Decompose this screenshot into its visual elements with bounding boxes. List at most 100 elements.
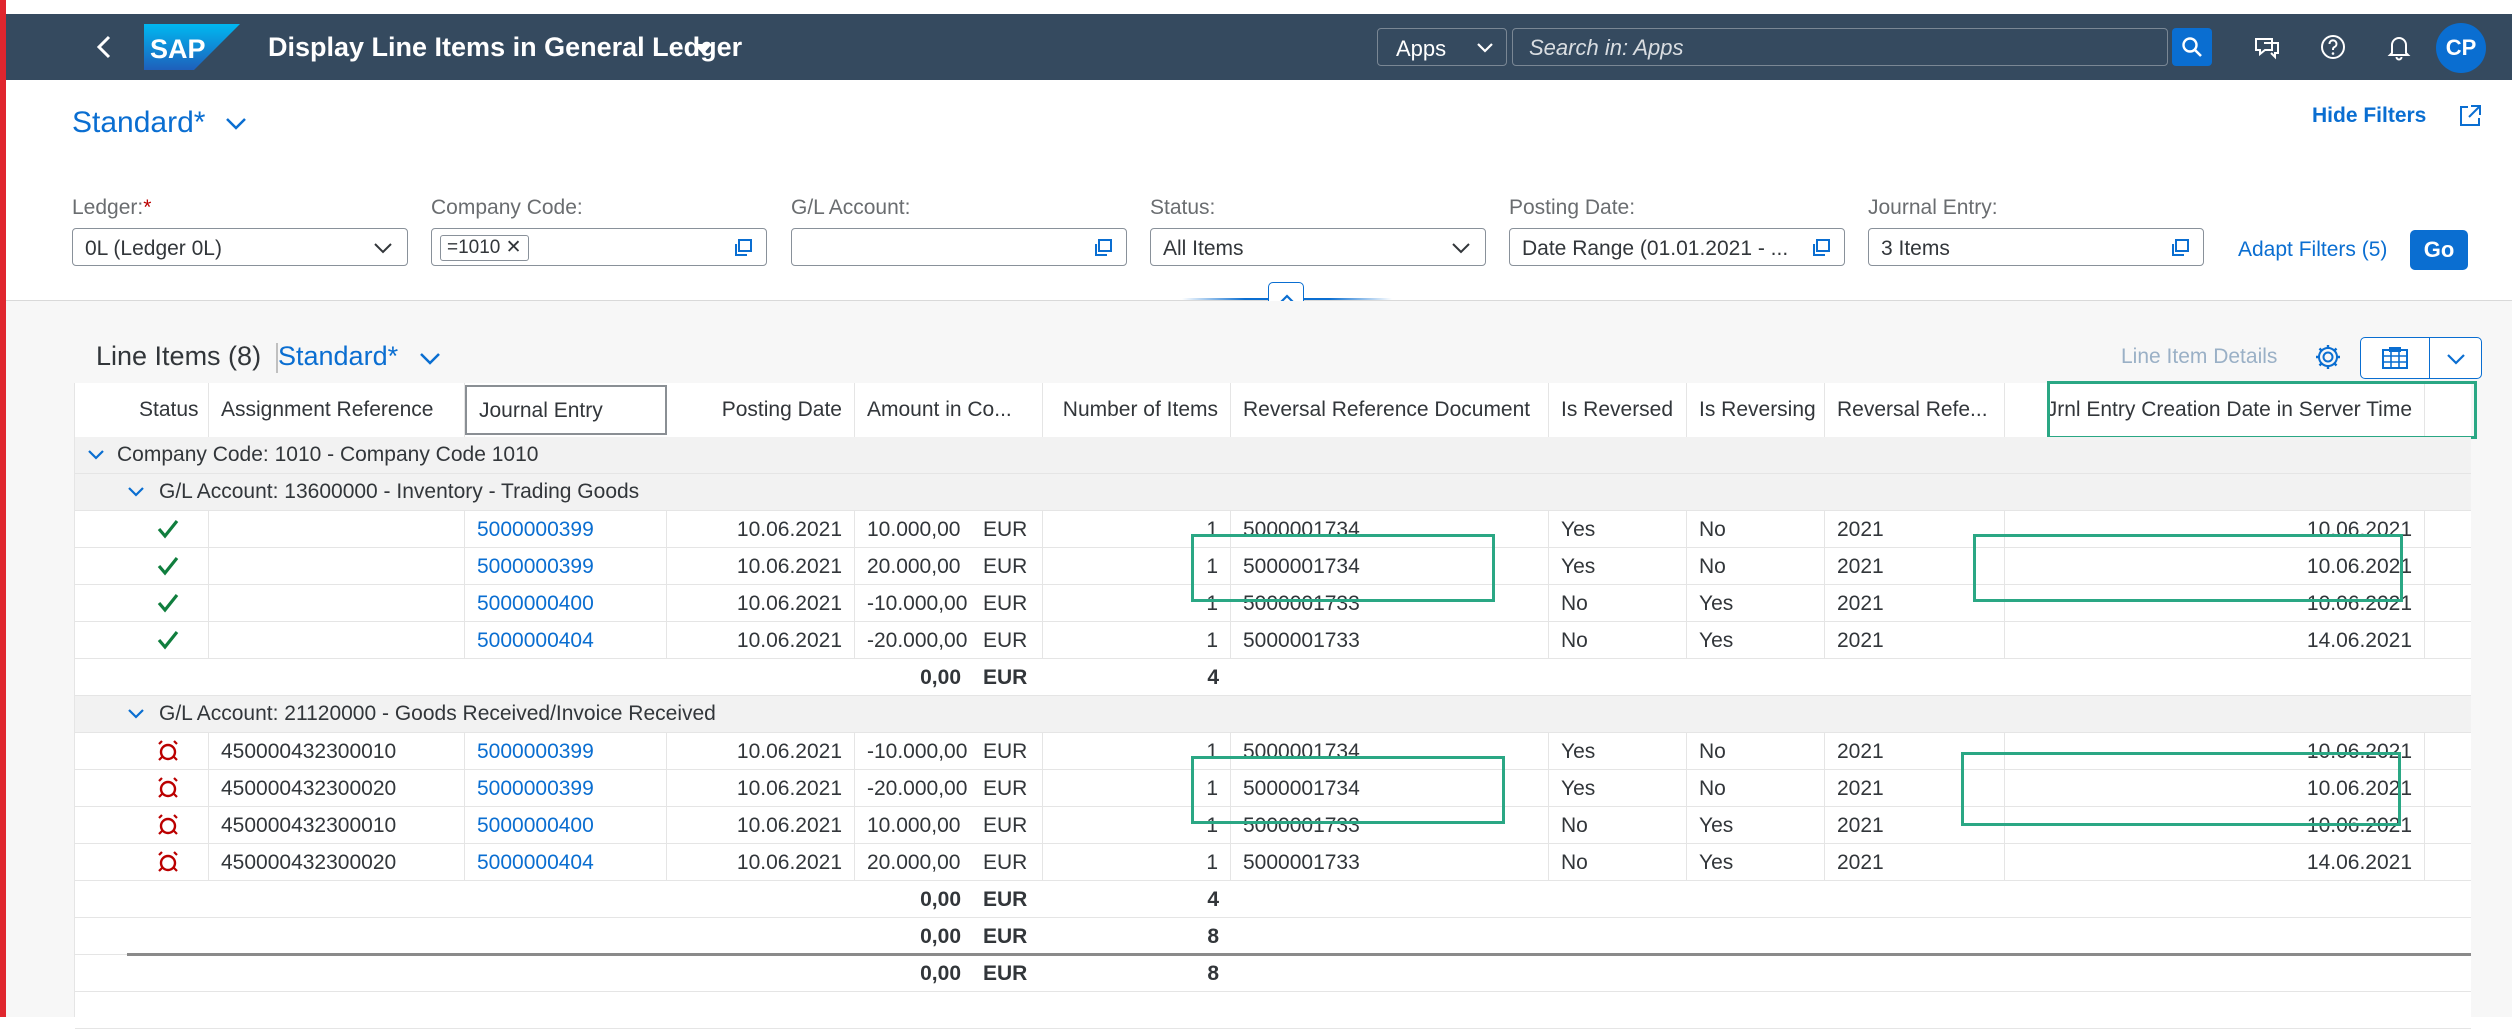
value-help-icon[interactable] [732, 238, 754, 258]
chevron-down-icon[interactable] [224, 116, 248, 132]
amount-value: -20.000,00 [867, 777, 968, 800]
is-reversed-cell: No [1549, 622, 1687, 658]
subtotal-count: 4 [1207, 666, 1219, 689]
journal-entry-link[interactable]: 5000000404 [465, 622, 667, 658]
value-help-icon[interactable] [1092, 238, 1114, 258]
user-avatar[interactable]: CP [2436, 23, 2486, 73]
journal-entry-link[interactable]: 5000000400 [465, 585, 667, 621]
chevron-down-icon[interactable] [418, 351, 442, 367]
back-button[interactable] [88, 30, 122, 64]
is-reversed-cell: Yes [1549, 733, 1687, 769]
journal-entry-link[interactable]: 5000000399 [465, 770, 667, 806]
highlight-box [1191, 756, 1505, 824]
export-spreadsheet-icon [2382, 347, 2408, 369]
export-button[interactable] [2360, 337, 2482, 379]
chevron-down-icon[interactable] [2445, 352, 2467, 366]
status-cell [127, 511, 209, 547]
col-is-reversing[interactable]: Is Reversing [1687, 383, 1825, 437]
col-reversal-reference[interactable]: Reversal Refe... [1825, 383, 2005, 437]
company-total-row-currency: EUR [983, 925, 1028, 948]
col-posting-date[interactable]: Posting Date [667, 383, 855, 437]
company-code-field[interactable]: =1010 ✕ [431, 228, 767, 266]
gear-icon[interactable] [2312, 341, 2344, 373]
chevron-down-icon[interactable] [127, 708, 145, 720]
amount-value: -10.000,00 [867, 592, 968, 615]
app-title[interactable]: Display Line Items in General Ledger [268, 32, 742, 63]
line-item-details-button[interactable]: Line Item Details [2121, 345, 2277, 369]
table-row[interactable]: 5000000404 10.06.2021 -20.000,00 EUR 1 500000… [75, 622, 2471, 659]
ledger-label: Ledger:* [72, 196, 152, 219]
posting-date-cell: 10.06.2021 [667, 807, 855, 843]
col-reversal-reference-document[interactable]: Reversal Reference Document [1231, 383, 1549, 437]
adapt-filters-button[interactable]: Adapt Filters (5) [2238, 238, 2387, 262]
chevron-down-icon[interactable] [127, 486, 145, 498]
gl-account-group-row[interactable]: G/L Account: 13600000 - Inventory - Trad… [75, 474, 2471, 511]
share-icon[interactable] [2456, 102, 2484, 130]
reversal-reference-cell: 2021 [1825, 622, 2005, 658]
journal-entry-link[interactable]: 5000000404 [465, 844, 667, 880]
posting-date-cell: 10.06.2021 [667, 585, 855, 621]
reversal-reference-document-cell: 5000001733 [1231, 622, 1549, 658]
journal-entry-link[interactable]: 5000000399 [465, 733, 667, 769]
help-button[interactable] [2316, 30, 2350, 64]
reversal-reference-document-cell: 5000001733 [1231, 844, 1549, 880]
col-is-reversed[interactable]: Is Reversed [1549, 383, 1687, 437]
subtotal-amount: 0,00 [920, 666, 961, 689]
help-icon [2321, 35, 2345, 59]
table-row[interactable]: 450000432300020 5000000404 10.06.2021 20.00… [75, 844, 2471, 881]
token-remove-icon[interactable]: ✕ [506, 237, 522, 258]
notifications-button[interactable] [2382, 30, 2416, 64]
go-button[interactable]: Go [2410, 230, 2468, 270]
is-reversing-cell: Yes [1687, 844, 1825, 880]
currency: EUR [983, 629, 1028, 652]
sap-logo[interactable]: SAP [144, 24, 240, 70]
gl-account-field[interactable] [791, 228, 1127, 266]
journal-entry-link[interactable]: 5000000399 [465, 548, 667, 584]
gl-account-group-row[interactable]: G/L Account: 21120000 - Goods Received/I… [75, 696, 2471, 733]
open-item-icon [158, 851, 178, 872]
value-help-icon[interactable] [1810, 238, 1832, 258]
table-variant-management[interactable]: Standard* [278, 341, 398, 372]
posting-date-cell: 10.06.2021 [667, 511, 855, 547]
posting-date-field[interactable]: Date Range (01.01.2021 - ... [1509, 228, 1845, 266]
hide-filters-link[interactable]: Hide Filters [2312, 104, 2426, 128]
journal-entry-link[interactable]: 5000000399 [465, 511, 667, 547]
amount-value: -10.000,00 [867, 740, 968, 763]
col-journal-entry[interactable]: Journal Entry [465, 385, 667, 435]
currency: EUR [983, 777, 1028, 800]
amount-cell: 10.000,00 EUR [855, 807, 1043, 843]
posting-date-cell: 10.06.2021 [667, 733, 855, 769]
is-reversed-cell: Yes [1549, 511, 1687, 547]
journal-entry-link[interactable]: 5000000400 [465, 807, 667, 843]
title-caret-icon[interactable] [694, 44, 712, 54]
col-amount[interactable]: Amount in Co... [855, 383, 1043, 437]
amount-value: 10.000,00 [867, 814, 961, 837]
col-number-of-items[interactable]: Number of Items [1043, 383, 1231, 437]
search-button[interactable] [2172, 28, 2212, 66]
open-item-icon [158, 814, 178, 835]
status-label: Status: [1150, 196, 1216, 219]
ledger-select[interactable]: 0L (Ledger 0L) [72, 228, 408, 266]
company-code-token[interactable]: =1010 ✕ [440, 235, 529, 261]
status-value: All Items [1163, 237, 1244, 260]
status-select[interactable]: All Items [1150, 228, 1486, 266]
search-input[interactable] [1513, 29, 2131, 67]
search-field[interactable] [1512, 28, 2168, 67]
feedback-button[interactable] [2250, 30, 2284, 64]
highlight-box [1961, 752, 2401, 826]
col-status[interactable]: Status [127, 383, 209, 437]
posting-date-cell: 10.06.2021 [667, 770, 855, 806]
col-assignment-reference[interactable]: Assignment Reference [209, 383, 465, 437]
highlight-box [1191, 534, 1495, 602]
journal-entry-field[interactable]: 3 Items [1868, 228, 2204, 266]
chevron-down-icon[interactable] [87, 449, 105, 461]
value-help-icon[interactable] [2169, 238, 2191, 258]
variant-management[interactable]: Standard* [72, 106, 205, 140]
is-reversing-cell: Yes [1687, 622, 1825, 658]
empty-row [75, 992, 2471, 1029]
chevron-left-icon [96, 35, 111, 59]
company-group-row[interactable]: Company Code: 1010 - Company Code 1010 [75, 437, 2471, 474]
search-scope-select[interactable]: Apps [1377, 28, 1507, 66]
gl-account-group-label: G/L Account: 13600000 - Inventory - Trad… [159, 480, 640, 503]
subtotal-count: 4 [1207, 888, 1219, 911]
